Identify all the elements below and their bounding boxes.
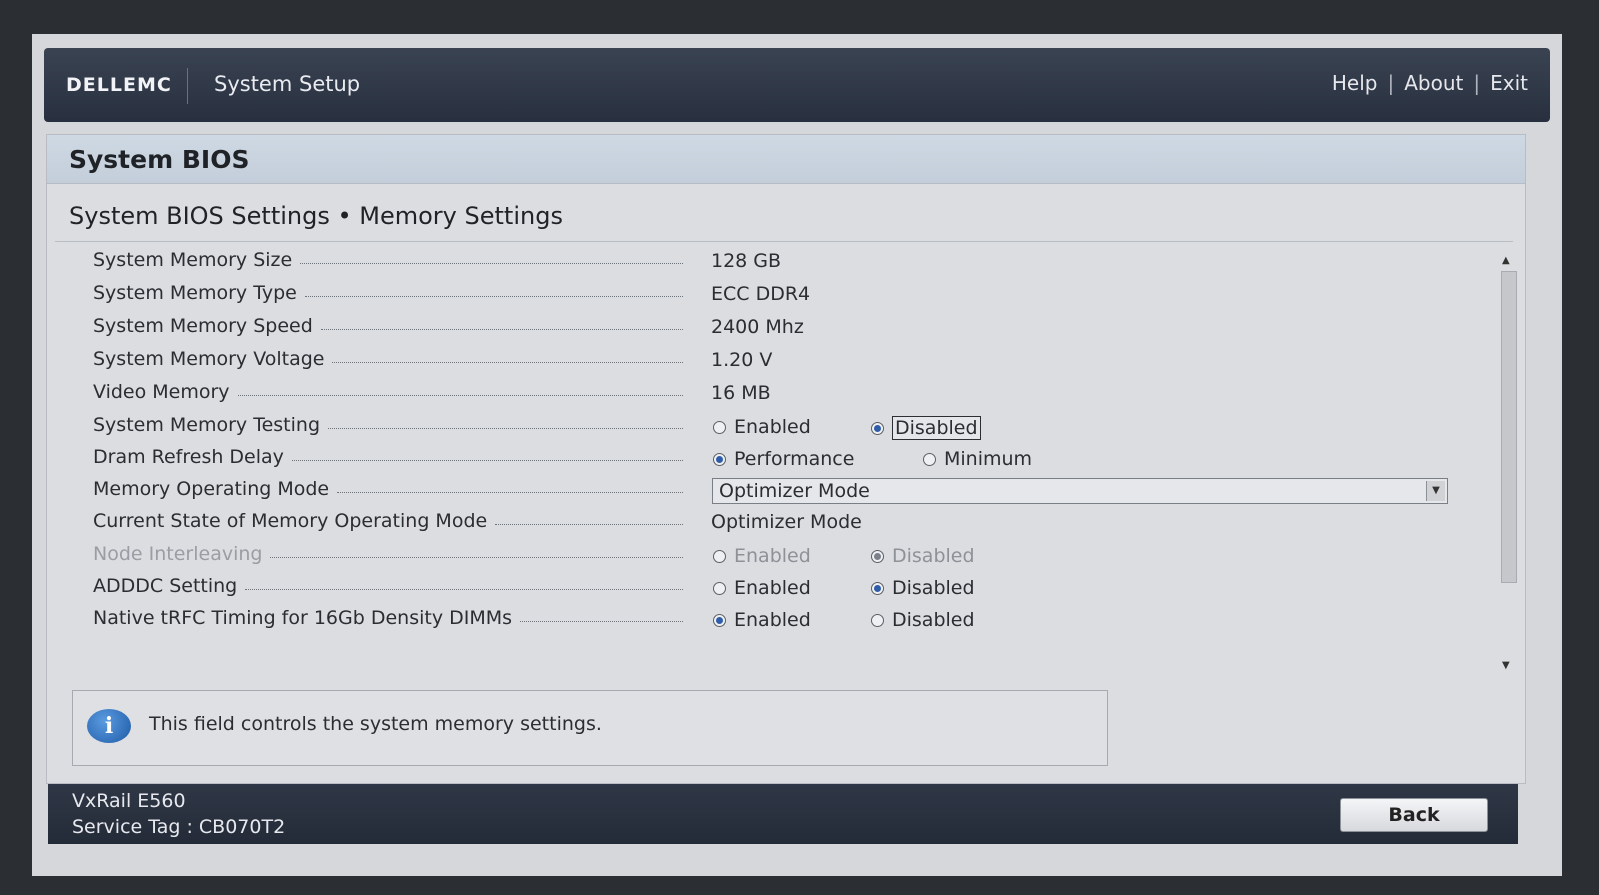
setting-current-mode: Current State of Memory Operating Mode O… <box>93 510 1451 540</box>
setting-label: Memory Operating Mode <box>93 478 330 500</box>
operating-mode-select[interactable]: Optimizer Mode ▼ <box>712 478 1448 504</box>
system-model: VxRail E560 <box>72 790 186 812</box>
logo-divider <box>187 68 188 104</box>
scroll-down-icon[interactable]: ▼ <box>1502 660 1510 671</box>
setting-memory-voltage: System Memory Voltage 1.20 V <box>93 348 1451 378</box>
link-separator: | <box>1473 71 1481 95</box>
radio-selected-icon <box>871 549 884 563</box>
setting-adddc: ADDDC Setting Enabled Disabled <box>93 575 1451 605</box>
setting-label: Video Memory <box>93 381 230 403</box>
radio-memory-testing-enabled[interactable]: Enabled <box>713 416 811 438</box>
setting-value: 128 GB <box>711 250 782 272</box>
help-info-box: i This field controls the system memory … <box>72 690 1108 766</box>
breadcrumb: System BIOS Settings • Memory Settings <box>69 202 563 230</box>
setting-memory-testing: System Memory Testing Enabled Disabled <box>93 414 1451 444</box>
radio-dram-performance[interactable]: Performance <box>713 448 854 470</box>
setting-label: System Memory Testing <box>93 414 320 436</box>
setting-label: System Memory Type <box>93 282 297 304</box>
setting-value: ECC DDR4 <box>711 283 811 305</box>
service-tag: Service Tag : CB070T2 <box>72 816 286 838</box>
setting-memory-speed: System Memory Speed 2400 Mhz <box>93 315 1451 345</box>
setting-native-trfc: Native tRFC Timing for 16Gb Density DIMM… <box>93 607 1451 637</box>
about-link[interactable]: About <box>1404 71 1463 95</box>
scroll-up-icon[interactable]: ▲ <box>1502 255 1510 266</box>
top-links: Help | About | Exit <box>1332 71 1528 95</box>
scroll-thumb[interactable] <box>1501 271 1517 583</box>
app-title: System Setup <box>214 72 361 96</box>
radio-selected-icon <box>871 421 884 435</box>
radio-dram-minimum[interactable]: Minimum <box>923 448 1032 470</box>
footer-bar: VxRail E560 Service Tag : CB070T2 Back <box>48 784 1518 844</box>
setting-value: 2400 Mhz <box>711 316 804 338</box>
setting-label: Current State of Memory Operating Mode <box>93 510 488 532</box>
settings-scrollbar[interactable]: ▲ ▼ <box>1497 253 1519 671</box>
settings-panel: System BIOS System BIOS Settings • Memor… <box>46 134 1526 784</box>
select-value: Optimizer Mode <box>719 480 870 502</box>
radio-adddc-enabled[interactable]: Enabled <box>713 577 811 599</box>
radio-node-interleaving-disabled: Disabled <box>871 545 975 567</box>
setting-label: System Memory Speed <box>93 315 313 337</box>
help-text: This field controls the system memory se… <box>149 713 602 735</box>
setting-label: Node Interleaving <box>93 543 263 565</box>
setting-operating-mode: Memory Operating Mode Optimizer Mode ▼ <box>93 478 1451 508</box>
radio-selected-icon <box>713 452 726 466</box>
setting-value: Optimizer Mode <box>711 511 862 533</box>
radio-selected-icon <box>871 581 884 595</box>
radio-circle-icon <box>713 420 726 434</box>
setting-dram-refresh: Dram Refresh Delay Performance Minimum <box>93 446 1451 476</box>
back-button[interactable]: Back <box>1340 798 1488 832</box>
exit-link[interactable]: Exit <box>1490 71 1528 95</box>
radio-node-interleaving-enabled: Enabled <box>713 545 811 567</box>
radio-selected-icon <box>713 613 726 627</box>
link-separator: | <box>1387 71 1395 95</box>
dell-emc-logo: DELLEMC <box>66 74 172 96</box>
radio-circle-icon <box>713 549 726 563</box>
radio-memory-testing-disabled[interactable]: Disabled <box>871 416 981 440</box>
setting-memory-type: System Memory Type ECC DDR4 <box>93 282 1451 312</box>
chevron-down-icon[interactable]: ▼ <box>1426 481 1445 501</box>
setting-memory-size: System Memory Size 128 GB <box>93 249 1451 279</box>
top-bar: DELLEMC System Setup Help | About | Exit <box>44 48 1550 122</box>
radio-circle-icon <box>923 452 936 466</box>
setting-label: System Memory Voltage <box>93 348 325 370</box>
setting-label: Dram Refresh Delay <box>93 446 284 468</box>
radio-circle-icon <box>871 613 884 627</box>
setting-label: ADDDC Setting <box>93 575 238 597</box>
page-title: System BIOS <box>69 145 250 174</box>
radio-circle-icon <box>713 581 726 595</box>
setting-node-interleaving: Node Interleaving Enabled Disabled <box>93 543 1451 573</box>
setting-value: 16 MB <box>711 382 771 404</box>
radio-native-trfc-enabled[interactable]: Enabled <box>713 609 811 631</box>
panel-title-bar: System BIOS <box>47 135 1525 184</box>
bios-screen: DELLEMC System Setup Help | About | Exit… <box>32 34 1562 876</box>
setting-label: Native tRFC Timing for 16Gb Density DIMM… <box>93 607 513 629</box>
setting-video-memory: Video Memory 16 MB <box>93 381 1451 411</box>
radio-native-trfc-disabled[interactable]: Disabled <box>871 609 975 631</box>
setting-value: 1.20 V <box>711 349 773 371</box>
info-icon: i <box>87 709 131 743</box>
setting-label: System Memory Size <box>93 249 293 271</box>
breadcrumb-divider <box>55 241 1513 242</box>
radio-adddc-disabled[interactable]: Disabled <box>871 577 975 599</box>
help-link[interactable]: Help <box>1332 71 1378 95</box>
